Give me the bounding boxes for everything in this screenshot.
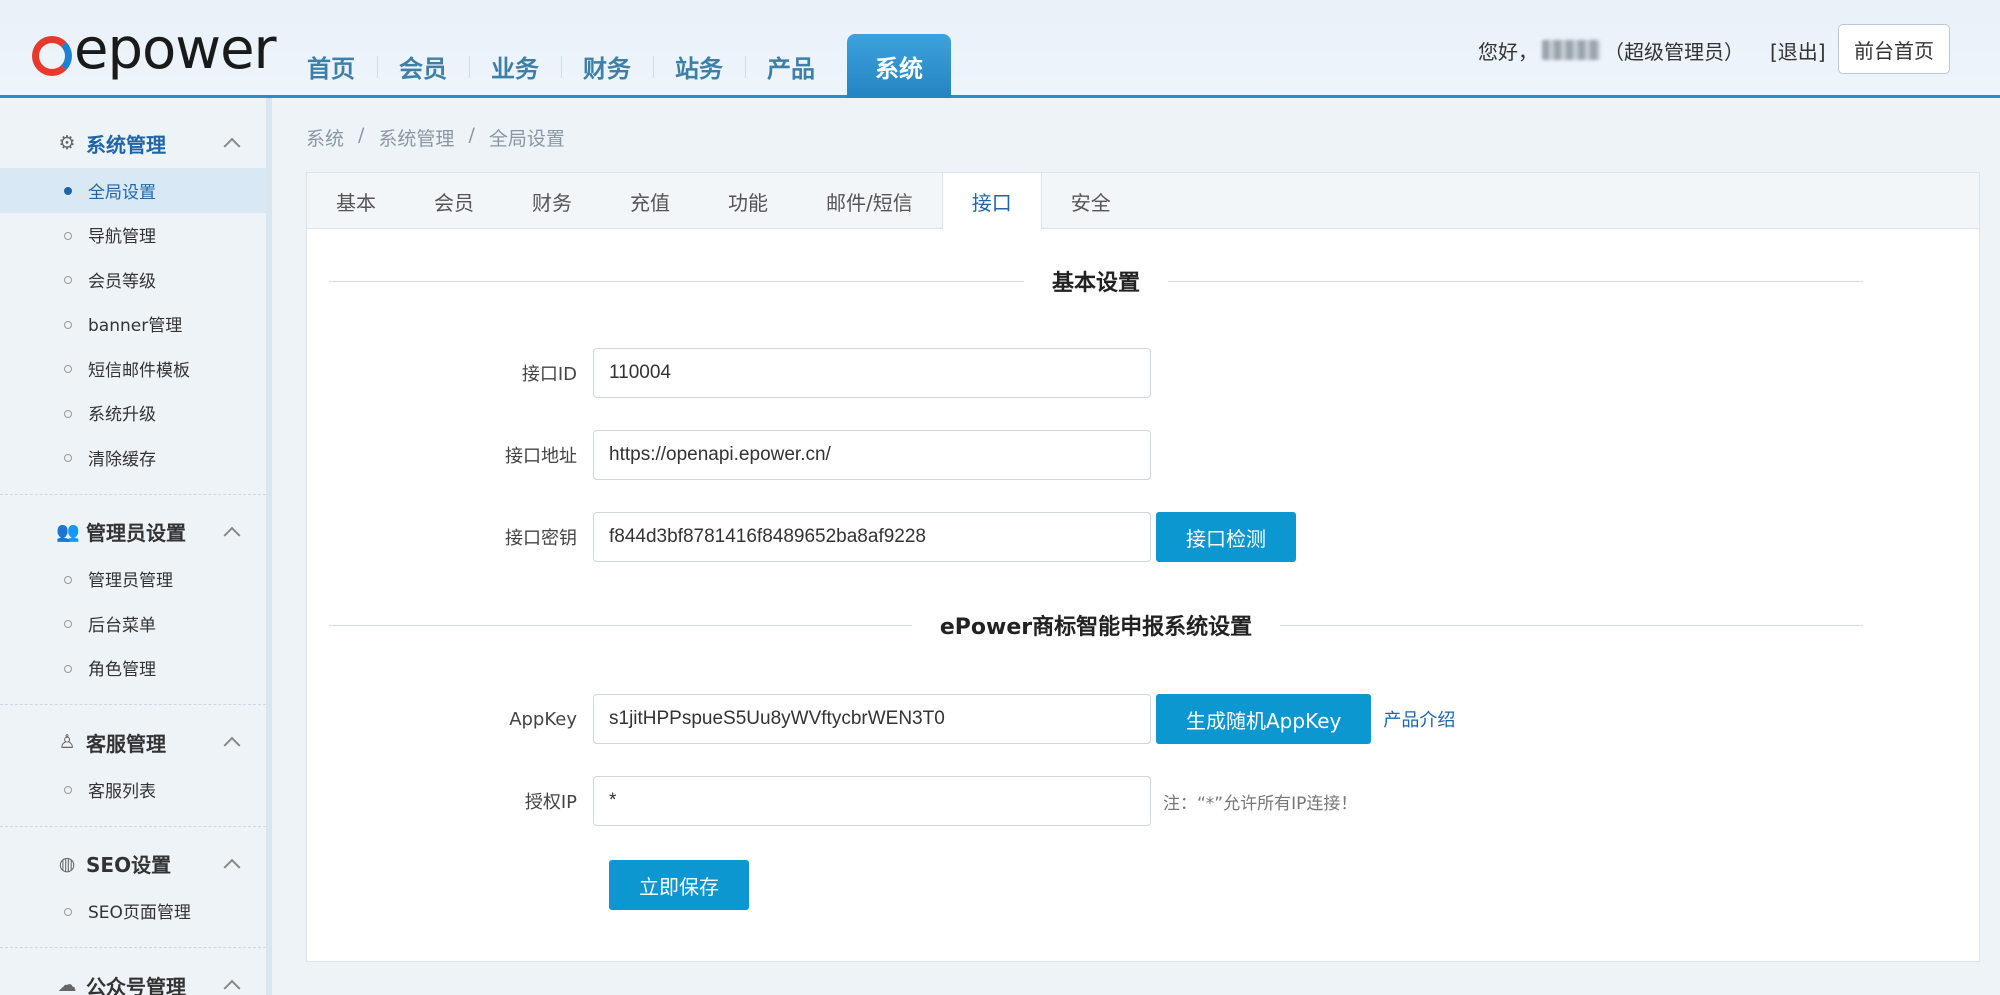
authorized-ip-input[interactable] <box>593 776 1151 826</box>
appkey-input[interactable] <box>593 694 1151 744</box>
user-area: 您好， （超级管理员） [退出] <box>1478 28 1826 72</box>
breadcrumb-sep: / <box>358 124 365 146</box>
chevron-up-icon <box>223 979 241 995</box>
breadcrumb: 系统 / 系统管理 / 全局设置 <box>306 124 565 151</box>
sidebar-item-system-upgrade[interactable]: 系统升级 <box>0 391 266 436</box>
sidebar-item-support-list[interactable]: 客服列表 <box>0 767 266 812</box>
greeting-text: 您好， <box>1478 39 1538 64</box>
nav-finance[interactable]: 财务 <box>561 34 653 98</box>
api-url-label: 接口地址 <box>505 446 577 467</box>
tab-email-sms[interactable]: 邮件/短信 <box>797 173 942 229</box>
tab-basic[interactable]: 基本 <box>307 173 405 229</box>
breadcrumb-global-settings: 全局设置 <box>488 128 565 150</box>
sidebar-group-seo[interactable]: ◍ SEO设置 <box>0 839 266 889</box>
chevron-up-icon <box>223 736 241 754</box>
breadcrumb-sep: / <box>468 124 475 146</box>
nav-home[interactable]: 首页 <box>285 34 377 98</box>
sidebar-group-system[interactable]: ⚙ 系统管理 <box>0 118 266 168</box>
chevron-up-icon <box>223 526 241 544</box>
nav-members[interactable]: 会员 <box>377 34 469 98</box>
sidebar: ⚙ 系统管理 全局设置 导航管理 会员等级 banner管理 短信邮件模板 系统… <box>0 98 272 995</box>
row-api-id: 接口ID <box>307 348 1151 398</box>
globe-icon: ◍ <box>58 852 76 875</box>
authorized-ip-label: 授权IP <box>524 792 577 813</box>
sidebar-group-support[interactable]: ♙ 客服管理 <box>0 717 266 767</box>
chevron-up-icon <box>223 137 241 155</box>
top-header: epower 首页 会员 业务 财务 站务 产品 系统 您好， （超级管理员） … <box>0 0 2000 98</box>
ip-note: 注：“*”允许所有IP连接！ <box>1163 793 1358 814</box>
row-api-url: 接口地址 <box>307 430 1151 480</box>
epower-logo[interactable]: epower <box>32 17 277 82</box>
tab-interface[interactable]: 接口 <box>941 173 1042 230</box>
section-title: 基本设置 <box>1052 271 1141 296</box>
sidebar-item-admin-management[interactable]: 管理员管理 <box>0 557 266 602</box>
sidebar-divider <box>0 704 266 705</box>
logout-link[interactable]: [退出] <box>1770 36 1826 65</box>
section-trademark-settings: ePower商标智能申报系统设置 <box>329 610 1864 640</box>
sidebar-item-banner[interactable]: banner管理 <box>0 302 266 347</box>
sidebar-item-seo-pages[interactable]: SEO页面管理 <box>0 889 266 934</box>
product-intro-link[interactable]: 产品介绍 <box>1383 706 1455 732</box>
api-check-button[interactable]: 接口检测 <box>1156 512 1296 562</box>
tab-recharge[interactable]: 充值 <box>601 173 699 229</box>
row-appkey: AppKey 生成随机AppKey 产品介绍 <box>307 694 1455 744</box>
save-button[interactable]: 立即保存 <box>609 860 749 910</box>
nav-system[interactable]: 系统 <box>847 34 951 98</box>
tab-security[interactable]: 安全 <box>1042 173 1140 229</box>
settings-tabs: 基本 会员 财务 充值 功能 邮件/短信 接口 安全 <box>307 173 1979 230</box>
sidebar-item-nav-management[interactable]: 导航管理 <box>0 213 266 258</box>
sidebar-item-clear-cache[interactable]: 清除缓存 <box>0 435 266 480</box>
api-url-input[interactable] <box>593 430 1151 480</box>
sidebar-item-member-levels[interactable]: 会员等级 <box>0 257 266 302</box>
appkey-label: AppKey <box>509 708 577 730</box>
sidebar-group-admin[interactable]: 👥 管理员设置 <box>0 507 266 557</box>
breadcrumb-system-management[interactable]: 系统管理 <box>378 124 454 151</box>
sidebar-divider <box>0 947 266 948</box>
gears-icon: ⚙ <box>58 132 76 154</box>
generate-appkey-button[interactable]: 生成随机AppKey <box>1156 694 1372 744</box>
sidebar-item-sms-email-templates[interactable]: 短信邮件模板 <box>0 346 266 391</box>
logo-text: epower <box>74 17 277 82</box>
chevron-up-icon <box>223 858 241 876</box>
tab-members[interactable]: 会员 <box>405 173 503 229</box>
section-title: ePower商标智能申报系统设置 <box>939 615 1253 640</box>
front-home-button[interactable]: 前台首页 <box>1838 24 1950 74</box>
breadcrumb-system[interactable]: 系统 <box>306 124 344 151</box>
sidebar-group-wechat[interactable]: ☁ 公众号管理 <box>0 960 266 995</box>
nav-site[interactable]: 站务 <box>653 34 745 98</box>
user-role: （超级管理员） <box>1604 39 1744 64</box>
sidebar-item-backend-menu[interactable]: 后台菜单 <box>0 601 266 646</box>
row-api-secret: 接口密钥 接口检测 <box>307 512 1296 562</box>
support-icon: ♙ <box>58 731 76 753</box>
main-nav: 首页 会员 业务 财务 站务 产品 系统 <box>285 34 951 98</box>
sidebar-item-global-settings[interactable]: 全局设置 <box>0 168 266 213</box>
tab-finance[interactable]: 财务 <box>503 173 601 229</box>
nav-business[interactable]: 业务 <box>469 34 561 98</box>
tab-features[interactable]: 功能 <box>699 173 797 229</box>
sidebar-item-role-management[interactable]: 角色管理 <box>0 646 266 691</box>
api-id-input[interactable] <box>593 348 1151 398</box>
users-icon: 👥 <box>56 520 80 543</box>
nav-products[interactable]: 产品 <box>745 34 837 98</box>
logo-mark-icon <box>32 36 72 76</box>
api-secret-input[interactable] <box>593 512 1151 562</box>
api-id-label: 接口ID <box>521 364 577 385</box>
sidebar-divider <box>0 825 266 827</box>
settings-panel: 基本 会员 财务 充值 功能 邮件/短信 接口 安全 基本设置 接口ID 接口地… <box>306 172 1980 962</box>
blurred-username <box>1542 40 1600 60</box>
row-authorized-ip: 授权IP 注：“*”允许所有IP连接！ <box>307 776 1357 826</box>
section-basic-settings: 基本设置 <box>329 266 1864 296</box>
sidebar-divider <box>0 493 266 495</box>
api-secret-label: 接口密钥 <box>505 528 577 549</box>
wechat-icon: ☁ <box>57 974 77 995</box>
